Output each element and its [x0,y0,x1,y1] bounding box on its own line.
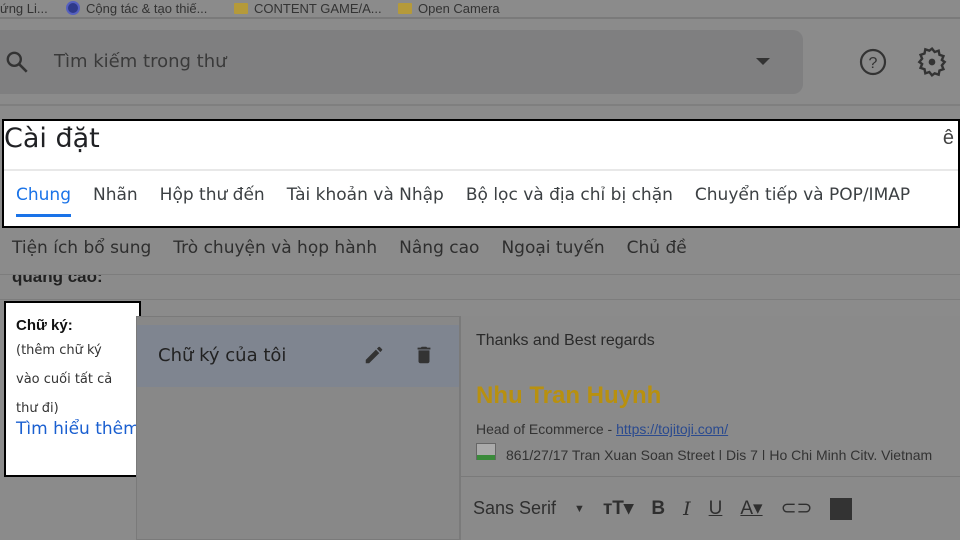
desc-line: (thêm chữ ký [16,343,102,358]
edit-pencil-icon[interactable] [363,344,385,366]
tab-inbox[interactable]: Hộp thư đến [160,185,265,217]
search-input[interactable]: Tìm kiếm trong thư [54,51,227,72]
search-bar[interactable]: Tìm kiếm trong thư [0,30,803,94]
tab-themes[interactable]: Chủ đề [627,238,687,258]
svg-text:?: ? [869,55,878,72]
bookmark-label: ứng Li... [0,0,48,16]
divider [0,17,960,19]
signature-description: (thêm chữ ký vào cuối tất cả thư đi) [16,336,139,423]
divider [0,104,960,106]
cut-off-text: quảng cáo: [12,274,103,286]
text-size-icon[interactable]: ᴛT▾ [603,497,633,520]
signature-editor[interactable]: Thanks and Best regards Nhu Tran Huynh H… [460,316,960,540]
help-icon[interactable]: ? [858,47,888,77]
learn-more-link[interactable]: Tìm hiểu thêm [16,419,140,439]
folder-icon [234,2,248,14]
signature-label: Chữ ký: [16,317,73,334]
desc-line: vào cuối tất cả [16,372,113,387]
divider [4,169,958,171]
underline-icon[interactable]: U [709,498,723,520]
site-icon [66,1,80,15]
font-selector[interactable]: Sans Serif [473,498,556,519]
website-link[interactable]: https://tojitoji.com/ [616,421,728,437]
role-text: Head of Ecommerce - [476,421,617,437]
address-text: 861/27/17 Tran Xuan Soan Street | Dis 7 … [506,447,933,460]
bookmark[interactable]: Open Camera [398,0,500,16]
signature-list-item[interactable]: Chữ ký của tôi [137,325,459,387]
signature-person-name: Nhu Tran Huynh [476,382,662,409]
role-line: Head of Ecommerce - https://tojitoji.com… [476,421,728,437]
font-dropdown-icon[interactable]: ▼ [574,503,585,515]
signature-label-box: Chữ ký: (thêm chữ ký vào cuối tất cả thư… [4,301,141,477]
bookmark[interactable]: CONTENT GAME/A... [234,0,382,16]
tab-accounts[interactable]: Tài khoản và Nhập [287,185,444,217]
broken-image-icon [476,443,496,460]
search-icon [6,51,28,73]
link-icon[interactable]: ⊂⊃ [781,497,813,520]
tab-addons[interactable]: Tiện ích bổ sung [12,238,151,258]
tab-filters[interactable]: Bộ lọc và địa chỉ bị chặn [466,185,673,217]
text-color-icon[interactable]: A▾ [740,497,762,520]
settings-header: Cài đặt ê Chung Nhãn Hộp thư đến Tài kho… [2,119,960,228]
tab-forwarding[interactable]: Chuyển tiếp và POP/IMAP [695,185,910,217]
tab-chat-meet[interactable]: Trò chuyện và họp hành [173,238,377,258]
tab-labels[interactable]: Nhãn [93,185,138,217]
bookmark[interactable]: Cộng tác & tạo thiế... [66,0,207,16]
image-icon[interactable] [830,497,853,520]
page-title: Cài đặt [4,123,100,154]
tab-offline[interactable]: Ngoại tuyến [501,238,604,258]
signature-list: Chữ ký của tôi [136,316,460,540]
greeting-text: Thanks and Best regards [476,332,655,349]
folder-icon [398,2,412,14]
delete-trash-icon[interactable] [413,343,435,367]
italic-icon[interactable]: I [683,498,691,520]
address-line: 861/27/17 Tran Xuan Soan Street | Dis 7 … [476,443,932,460]
settings-gear-icon[interactable] [916,46,948,78]
tab-general[interactable]: Chung [16,185,71,217]
corner-text: ê [942,127,954,149]
search-options-icon[interactable] [756,58,770,66]
bookmark-label: CONTENT GAME/A... [254,0,382,16]
formatting-toolbar: Sans Serif ▼ ᴛT▾ B I U A▾ ⊂⊃ [461,476,960,540]
bookmark-label: Cộng tác & tạo thiế... [86,0,208,16]
bold-icon[interactable]: B [651,498,665,520]
tab-advanced[interactable]: Nâng cao [399,238,479,258]
signature-name: Chữ ký của tôi [158,345,287,366]
bookmark-label: Open Camera [418,0,500,16]
bookmark[interactable]: ứng Li... [0,0,48,16]
